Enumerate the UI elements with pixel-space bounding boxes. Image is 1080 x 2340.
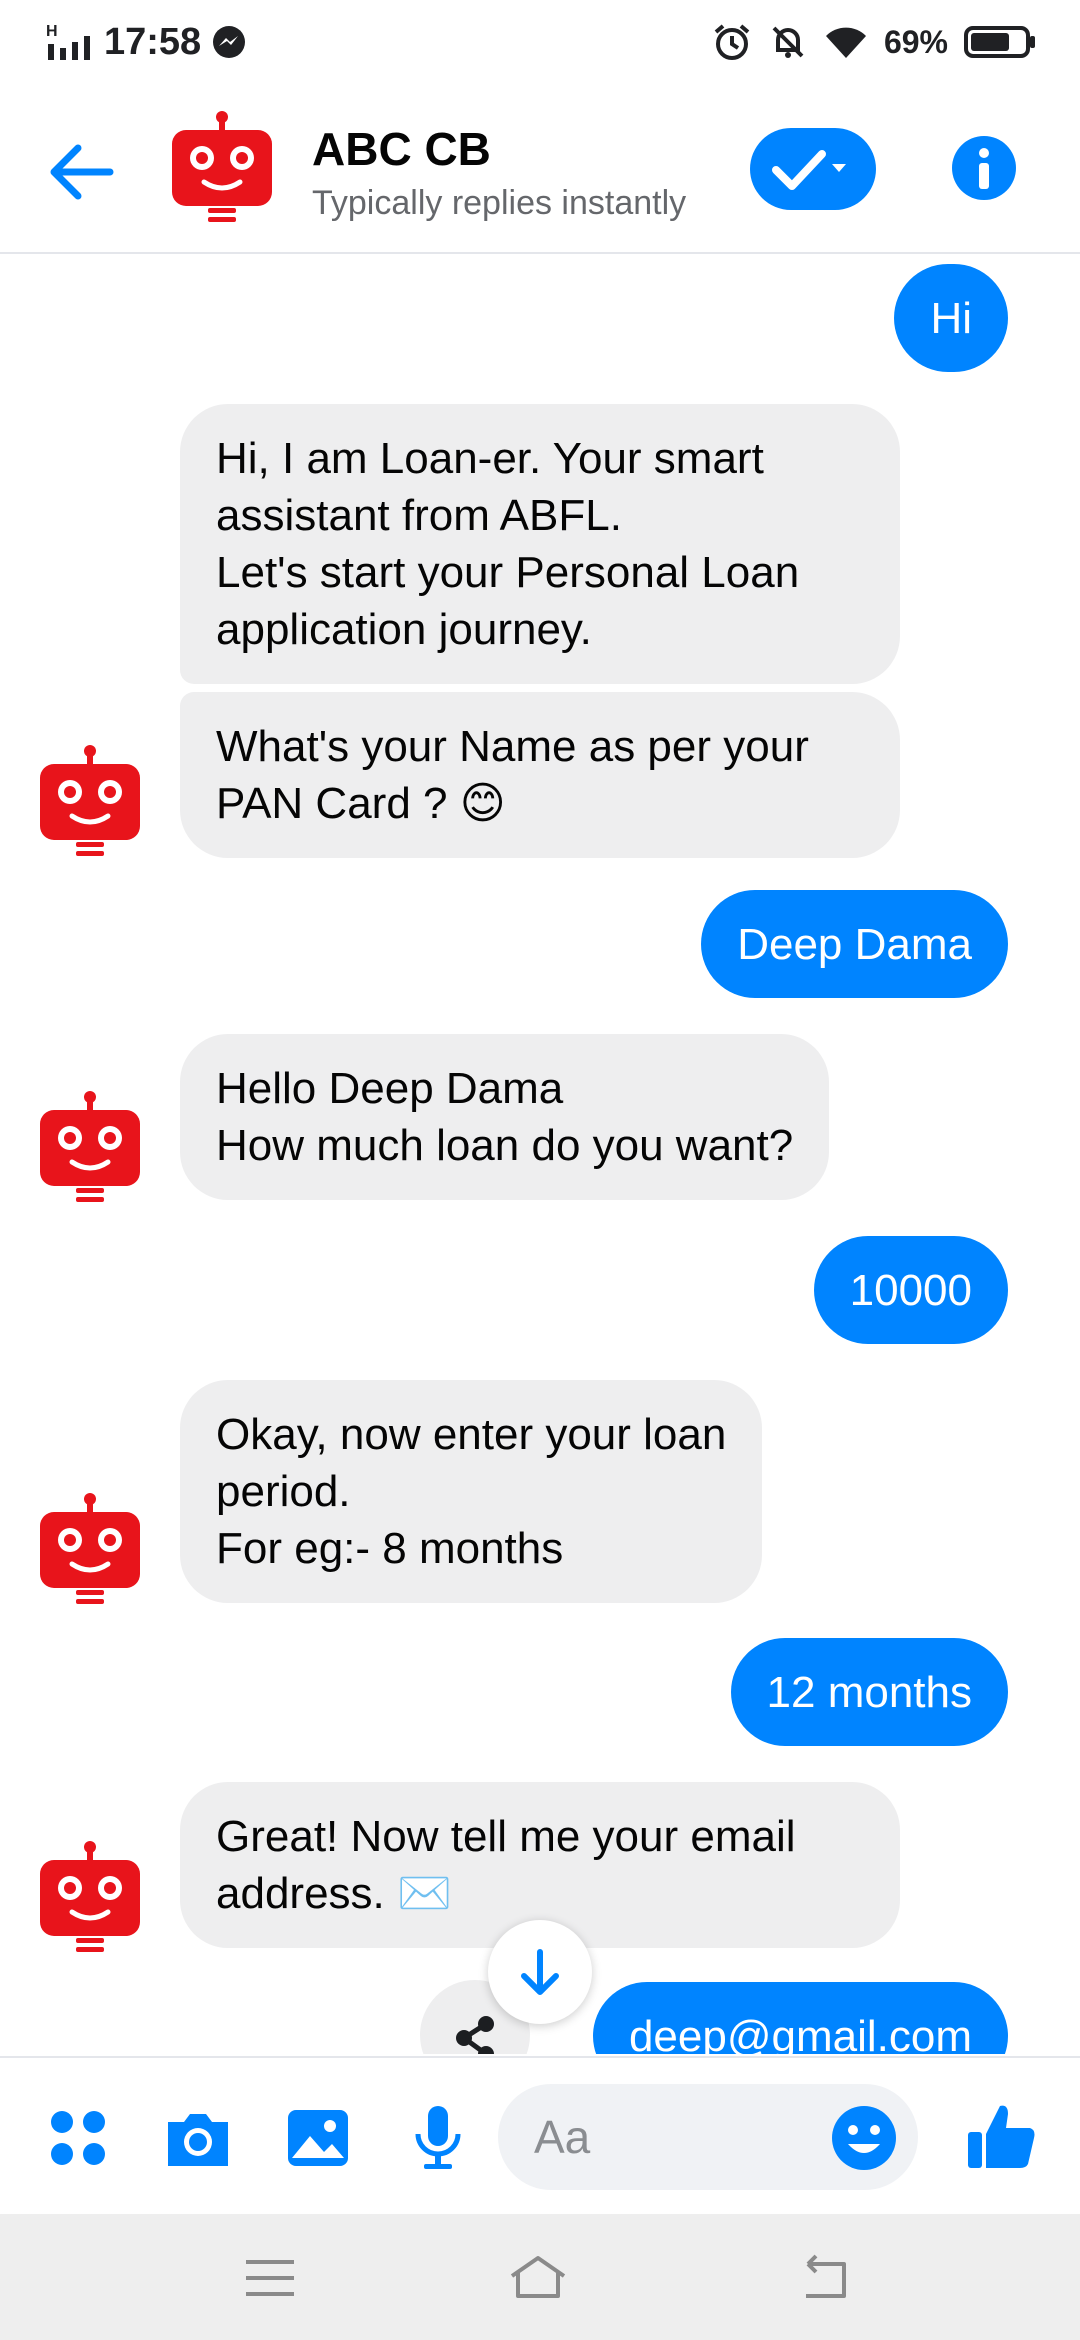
- home-icon[interactable]: [508, 2248, 568, 2308]
- chat-title: ABC CB: [312, 123, 491, 175]
- status-bar: H 17:58 69%: [0, 0, 1080, 84]
- user-message[interactable]: deep@gmail.com: [592, 1982, 1008, 2054]
- system-nav-bar: [0, 2214, 1080, 2340]
- back-icon[interactable]: [794, 2248, 854, 2308]
- bot-avatar: [40, 745, 140, 856]
- user-message[interactable]: 10000: [813, 1236, 1008, 1344]
- thumbs-up-icon[interactable]: [964, 2098, 1040, 2174]
- status-time: 17:58: [104, 20, 202, 63]
- menu-icon[interactable]: [240, 2248, 300, 2308]
- user-message[interactable]: 12 months: [730, 1638, 1008, 1746]
- bot-message[interactable]: Hi, I am Loan-er. Your smart assistant f…: [180, 404, 900, 684]
- bot-avatar: [40, 1091, 140, 1202]
- checkmark-menu-button[interactable]: [750, 128, 876, 210]
- bot-message[interactable]: Hello Deep Dama How much loan do you wan…: [180, 1034, 830, 1200]
- chat-header: ABC CB Typically replies instantly: [0, 84, 1080, 254]
- chat-subtitle: Typically replies instantly: [312, 184, 687, 222]
- svg-text:H: H: [46, 23, 58, 40]
- apps-icon[interactable]: [42, 2102, 114, 2174]
- camera-icon[interactable]: [162, 2102, 234, 2174]
- battery-icon: [964, 26, 1035, 58]
- arrow-down-icon: [521, 1949, 559, 1995]
- status-right: 69%: [712, 16, 1036, 68]
- battery-percentage: 69%: [883, 23, 948, 60]
- microphone-icon[interactable]: [402, 2102, 474, 2174]
- bot-avatar[interactable]: [168, 110, 276, 226]
- alarm-icon: [714, 24, 750, 60]
- status-left: H 17:58: [46, 16, 247, 68]
- wifi-icon: [825, 27, 866, 58]
- image-icon[interactable]: [282, 2102, 354, 2174]
- composer-bar: [0, 2056, 1080, 2216]
- mute-icon: [772, 26, 804, 58]
- back-arrow-icon[interactable]: [44, 134, 120, 210]
- message-list[interactable]: Hi Hi, I am Loan-er. Your smart assistan…: [0, 254, 1080, 2054]
- bot-message[interactable]: Okay, now enter your loan period. For eg…: [180, 1380, 763, 1603]
- messenger-icon: [213, 26, 246, 58]
- user-message[interactable]: Hi: [894, 264, 1008, 372]
- signal-icon: H: [46, 23, 90, 60]
- info-icon[interactable]: [950, 134, 1018, 202]
- bot-avatar: [40, 1493, 140, 1604]
- user-message[interactable]: Deep Dama: [701, 890, 1008, 998]
- bot-avatar: [40, 1841, 140, 1952]
- emoji-icon[interactable]: [830, 2104, 898, 2172]
- bot-message[interactable]: What's your Name as per your PAN Card ? …: [180, 692, 900, 858]
- checkmark-icon: [772, 150, 846, 190]
- scroll-down-button[interactable]: [488, 1920, 592, 2024]
